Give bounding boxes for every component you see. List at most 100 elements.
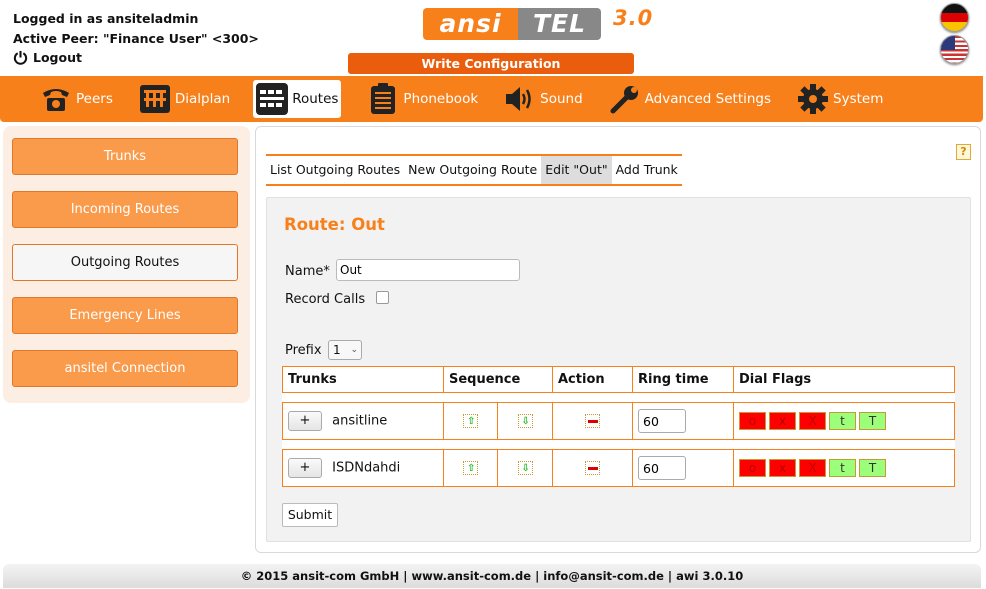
tab-bar: List Outgoing Routes New Outgoing Route … [266, 154, 682, 186]
sidebar-item-ansitel-connection[interactable]: ansitel Connection [12, 350, 238, 387]
dial-flag-t[interactable]: t [829, 412, 856, 430]
nav-item-advanced-settings[interactable]: Advanced Settings [609, 80, 771, 118]
record-calls-checkbox[interactable] [376, 291, 389, 304]
dial-flag-x[interactable]: x [769, 412, 796, 430]
expand-button[interactable]: + [288, 411, 322, 431]
expand-button[interactable]: + [288, 458, 322, 478]
logged-in-text: Logged in as ansiteladmin [13, 11, 199, 26]
dial-flag-T[interactable]: T [859, 459, 886, 477]
nav-item-routes[interactable]: Routes [253, 80, 342, 118]
dial-flag-X[interactable]: X [799, 412, 826, 430]
telephone-icon [40, 83, 72, 115]
login-info: Logged in as ansiteladmin Active Peer: "… [13, 9, 259, 68]
col-header-trunks: Trunks [282, 366, 444, 393]
dial-flags-cell: oxXtT [733, 402, 955, 440]
trunk-cell: + ISDNdahdi [282, 449, 444, 487]
us-flag-icon[interactable] [940, 35, 969, 64]
name-label-text: Name [285, 264, 324, 279]
sidebar-item-trunks[interactable]: Trunks [12, 138, 238, 175]
logout-link[interactable]: Logout [13, 48, 259, 68]
main-nav: Peers Dialplan Routes Phonebook Sound Ad… [0, 76, 983, 122]
tab-add-trunk[interactable]: Add Trunk [612, 156, 682, 184]
required-marker: * [323, 264, 330, 279]
prefix-label: Prefix [285, 343, 322, 358]
logout-label: Logout [33, 50, 82, 65]
nav-item-dialplan[interactable]: Dialplan [139, 80, 230, 118]
col-header-sequence: Sequence [443, 366, 553, 393]
sidebar-item-incoming-routes[interactable]: Incoming Routes [12, 191, 238, 228]
trunk-cell: + ansitline [282, 402, 444, 440]
nav-label-sound: Sound [540, 91, 583, 107]
phonebook-icon [367, 83, 399, 115]
german-flag-icon[interactable] [940, 3, 969, 32]
record-calls-label: Record Calls [285, 292, 366, 307]
nav-item-peers[interactable]: Peers [40, 80, 113, 118]
active-peer-text: Active Peer: "Finance User" <300> [13, 30, 259, 46]
nav-item-system[interactable]: System [797, 80, 883, 118]
nav-label-peers: Peers [76, 91, 113, 107]
prefix-value: 1 [333, 343, 341, 357]
table-spacer [282, 392, 955, 403]
dial-flag-T[interactable]: T [859, 412, 886, 430]
name-field[interactable] [336, 259, 520, 281]
header: Logged in as ansiteladmin Active Peer: "… [0, 0, 986, 76]
logo-part-tel: TEL [518, 8, 601, 40]
write-configuration-button[interactable]: Write Configuration [348, 53, 634, 74]
move-down-icon[interactable]: ⇩ [517, 414, 533, 428]
power-icon [13, 50, 28, 65]
nav-item-phonebook[interactable]: Phonebook [367, 80, 478, 118]
table-header-row: Trunks Sequence Action Ring time Dial Fl… [282, 366, 955, 393]
name-label: Name* [285, 264, 330, 279]
prefix-select[interactable]: 1 ⌄ [328, 340, 362, 360]
move-down-icon[interactable]: ⇩ [517, 461, 533, 475]
submit-button[interactable]: Submit [282, 503, 338, 527]
nav-label-phonebook: Phonebook [403, 91, 479, 107]
nav-item-sound[interactable]: Sound [504, 80, 583, 118]
table-row: + ansitline ⇧ ⇩ oxXtT [282, 402, 955, 440]
tab-list-outgoing-routes[interactable]: List Outgoing Routes [266, 156, 404, 184]
dial-flag-X[interactable]: X [799, 459, 826, 477]
table-spacer [282, 439, 955, 450]
main-panel: ? List Outgoing Routes New Outgoing Rout… [255, 126, 981, 553]
dial-flag-t[interactable]: t [829, 459, 856, 477]
sidebar-item-emergency-lines[interactable]: Emergency Lines [12, 297, 238, 334]
trunk-name: ansitline [332, 413, 388, 429]
tab-edit-out[interactable]: Edit "Out" [541, 156, 612, 184]
dial-flags-cell: oxXtT [733, 449, 955, 487]
ring-time-field[interactable] [638, 456, 686, 480]
trunks-table: Trunks Sequence Action Ring time Dial Fl… [282, 366, 955, 487]
routes-icon [256, 83, 289, 115]
sidebar-item-outgoing-routes[interactable]: Outgoing Routes [12, 244, 238, 281]
move-up-icon[interactable]: ⇧ [463, 414, 478, 428]
speaker-icon [504, 83, 536, 115]
logo-version: 3.0 [613, 6, 654, 30]
nav-label-dialplan: Dialplan [174, 91, 231, 107]
col-header-dial-flags: Dial Flags [733, 366, 955, 393]
remove-icon[interactable] [585, 414, 600, 428]
dialplan-icon [139, 83, 171, 115]
ansitel-logo: ansi TEL 3.0 [423, 6, 683, 40]
table-row: + ISDNdahdi ⇧ ⇩ oxXtT [282, 449, 955, 487]
sidebar: Trunks Incoming Routes Outgoing Routes E… [3, 126, 250, 403]
tab-new-outgoing-route[interactable]: New Outgoing Route [404, 156, 541, 184]
remove-icon[interactable] [585, 461, 600, 475]
ring-time-field[interactable] [638, 409, 686, 433]
footer: © 2015 ansit-com GmbH | www.ansit-com.de… [3, 564, 981, 588]
dial-flag-x[interactable]: x [769, 459, 796, 477]
move-up-icon[interactable]: ⇧ [463, 461, 478, 475]
trunk-name: ISDNdahdi [332, 460, 401, 476]
col-header-action: Action [552, 366, 633, 393]
wrench-icon [609, 83, 641, 115]
logo-part-ansi: ansi [423, 8, 518, 40]
col-header-ring-time: Ring time [632, 366, 734, 393]
nav-label-system: System [833, 91, 884, 107]
page-title: Route: Out [284, 215, 385, 234]
help-icon[interactable]: ? [956, 144, 971, 160]
nav-label-advanced-settings: Advanced Settings [644, 91, 772, 107]
route-form: Route: Out Name* Record Calls Prefix 1 ⌄… [266, 197, 971, 542]
dial-flag-o[interactable]: o [739, 459, 766, 477]
nav-label-routes: Routes [292, 91, 339, 107]
dial-flag-o[interactable]: o [739, 412, 766, 430]
chevron-down-icon: ⌄ [350, 345, 358, 355]
gear-icon [797, 83, 829, 115]
